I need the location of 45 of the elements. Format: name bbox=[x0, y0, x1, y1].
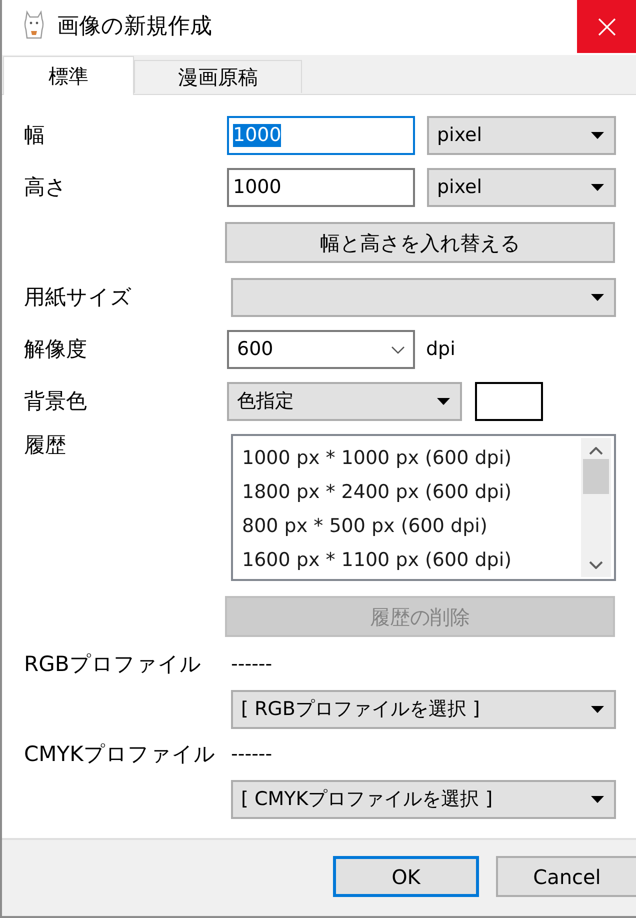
animal-head-icon bbox=[22, 10, 46, 40]
text-field[interactable]: 1000 bbox=[227, 168, 415, 207]
history-item[interactable]: 1800 px * 2400 px (600 dpi) bbox=[242, 475, 581, 509]
window-title: 画像の新規作成 bbox=[57, 14, 212, 40]
dropdown[interactable]: 色指定 bbox=[227, 382, 462, 421]
close-icon bbox=[598, 18, 616, 36]
chevron-up-icon bbox=[589, 447, 603, 455]
caret-icon bbox=[591, 132, 604, 139]
field-label: 高さ bbox=[24, 174, 68, 200]
dropdown[interactable]: [ RGBプロファイルを選択 ] bbox=[231, 690, 616, 730]
caret-icon bbox=[591, 706, 604, 714]
field-label: 履歴 bbox=[24, 433, 67, 458]
dropdown[interactable]: pixel bbox=[427, 168, 616, 207]
dropdown[interactable]: pixel bbox=[427, 116, 616, 155]
dropdown[interactable] bbox=[231, 278, 616, 317]
combo-box[interactable]: 600 bbox=[227, 330, 415, 369]
field-label: 用紙サイズ bbox=[24, 284, 133, 310]
field-label: 解像度 bbox=[24, 336, 88, 362]
dialog-button[interactable]: Cancel bbox=[496, 856, 636, 897]
tab[interactable]: 漫画原稿 bbox=[134, 60, 302, 93]
color-swatch-icon[interactable] bbox=[475, 382, 543, 421]
field-label: CMYKプロファイル bbox=[24, 742, 216, 768]
action-button[interactable]: 幅と高さを入れ替える bbox=[225, 222, 615, 263]
dropdown[interactable]: [ CMYKプロファイルを選択 ] bbox=[231, 780, 616, 820]
field-label: RGBプロファイル bbox=[24, 652, 202, 678]
field-label: 背景色 bbox=[24, 388, 88, 414]
caret-icon bbox=[591, 796, 604, 804]
caret-icon bbox=[591, 184, 604, 191]
dialog-button[interactable]: OK bbox=[333, 856, 479, 897]
chevron-down-icon bbox=[589, 561, 603, 569]
profile-status-text: ------ bbox=[231, 653, 272, 676]
profile-status-text: ------ bbox=[231, 743, 272, 766]
text-field[interactable]: 1000 bbox=[227, 116, 415, 155]
chevron-down-icon bbox=[391, 346, 405, 354]
scrollbar[interactable] bbox=[581, 438, 611, 577]
unit-label: dpi bbox=[426, 338, 456, 361]
scrollbar-thumb[interactable] bbox=[583, 459, 609, 494]
history-item[interactable]: 800 px * 500 px (600 dpi) bbox=[242, 509, 581, 543]
caret-icon bbox=[437, 398, 450, 405]
field-label: 幅 bbox=[24, 122, 46, 148]
history-item[interactable]: 1600 px * 1100 px (600 dpi) bbox=[242, 543, 581, 577]
history-item[interactable]: 1000 px * 1000 px (600 dpi) bbox=[242, 441, 581, 475]
caret-icon bbox=[591, 294, 604, 301]
tab[interactable]: 標準 bbox=[3, 56, 134, 95]
close-button[interactable] bbox=[577, 0, 636, 53]
